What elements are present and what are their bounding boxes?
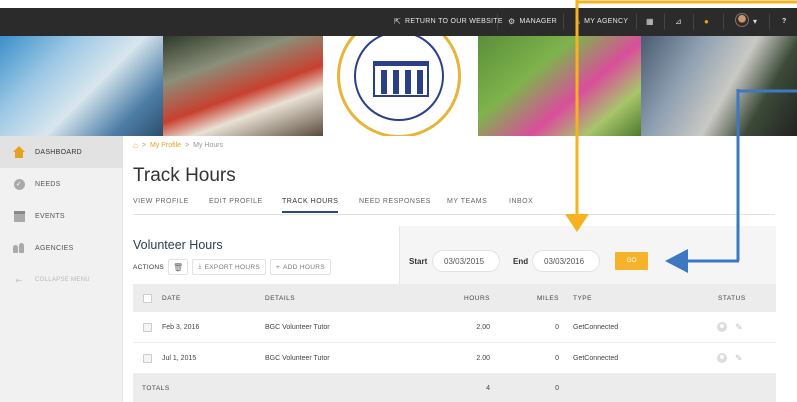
annotation-arrows <box>565 0 797 273</box>
orange-arrow <box>565 0 797 232</box>
blue-arrow <box>665 89 797 273</box>
